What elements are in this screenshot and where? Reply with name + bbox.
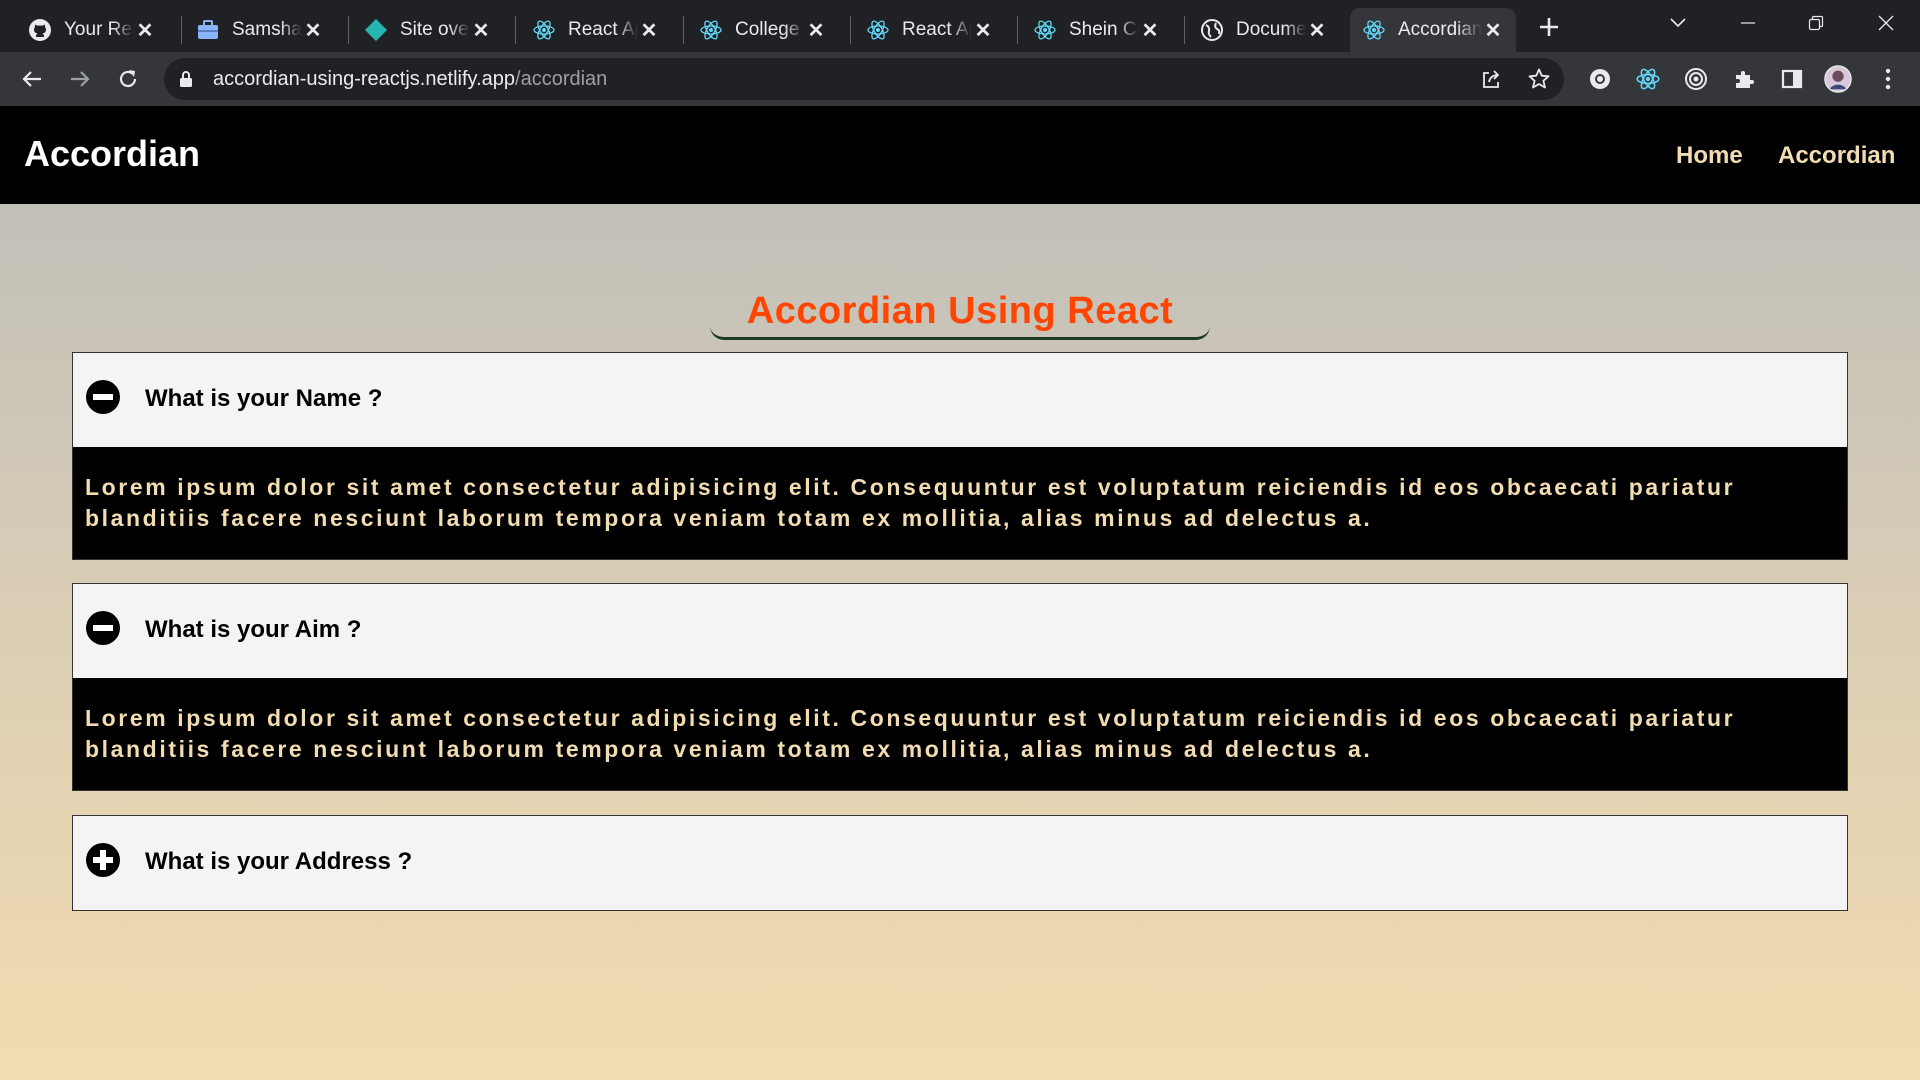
tab-title: Samshad Ali (232, 19, 302, 40)
browser-tab-strip: Your Repositories ✕ Samshad Ali ✕ Site o… (0, 0, 1920, 52)
accordion-header[interactable]: What is your Address ? (73, 816, 1847, 910)
page-heading-container: Accordian Using React (710, 284, 1210, 340)
browser-tab-active[interactable]: Accordian ✕ (1350, 8, 1516, 52)
browser-tab[interactable]: Site overview ✕ (352, 8, 504, 52)
nav-link-home[interactable]: Home (1676, 142, 1743, 170)
react-icon (532, 18, 556, 42)
close-tab-icon[interactable]: ✕ (1139, 19, 1161, 42)
close-tab-icon[interactable]: ✕ (134, 19, 156, 42)
new-tab-button[interactable] (1534, 12, 1564, 42)
tab-separator (515, 16, 516, 44)
minimize-button[interactable] (1718, 6, 1778, 40)
accordion-question: What is your Aim ? (145, 616, 362, 643)
profile-avatar[interactable] (1824, 65, 1852, 93)
tab-title: React App (568, 19, 638, 40)
close-tab-icon[interactable]: ✕ (805, 19, 827, 42)
tab-title: Your Repositories (64, 19, 134, 40)
tab-separator (348, 16, 349, 44)
briefcase-icon (196, 18, 220, 42)
side-panel-icon[interactable] (1778, 65, 1806, 93)
accordion-item: What is your Address ? (72, 815, 1848, 911)
accordion-item: What is your Aim ? Lorem ipsum dolor sit… (72, 583, 1848, 791)
accordion-header[interactable]: What is your Aim ? (73, 584, 1847, 678)
tab-search-button[interactable] (1648, 6, 1708, 40)
accordion-header[interactable]: What is your Name ? (73, 353, 1847, 447)
react-icon (1362, 18, 1386, 42)
react-icon (699, 18, 723, 42)
tab-title: Document (1236, 19, 1306, 40)
close-tab-icon[interactable]: ✕ (470, 19, 492, 42)
page-title: Accordian Using React (746, 290, 1174, 332)
accordion-answer: Lorem ipsum dolor sit amet consectetur a… (85, 474, 1736, 531)
url-text: accordian-using-reactjs.netlify.app/acco… (213, 68, 607, 91)
accordion-answer-panel: Lorem ipsum dolor sit amet consectetur a… (73, 678, 1847, 790)
url-path: /accordian (515, 68, 608, 90)
share-icon[interactable] (1477, 65, 1505, 93)
site-brand[interactable]: Accordian (24, 133, 200, 175)
close-tab-icon[interactable]: ✕ (972, 19, 994, 42)
netlify-icon (364, 18, 388, 42)
browser-tab[interactable]: College Project ✕ (687, 8, 839, 52)
plus-icon (1540, 18, 1558, 36)
tab-title: Accordian (1398, 19, 1482, 40)
minimize-icon (1741, 22, 1755, 24)
bookmark-star-icon[interactable] (1525, 65, 1553, 93)
react-icon (1033, 18, 1057, 42)
close-tab-icon[interactable]: ✕ (638, 19, 660, 42)
close-tab-icon[interactable]: ✕ (302, 19, 324, 42)
tab-separator (1184, 16, 1185, 44)
react-devtools-icon[interactable] (1634, 65, 1662, 93)
minus-circle-icon[interactable] (85, 379, 121, 415)
minus-circle-icon[interactable] (85, 610, 121, 646)
react-icon (866, 18, 890, 42)
tab-separator (683, 16, 684, 44)
tab-title: Site overview (400, 19, 470, 40)
site-navbar: Accordian Home Accordian (0, 106, 1920, 204)
extension-icon[interactable] (1586, 65, 1614, 93)
lock-icon (178, 70, 194, 93)
url-host: accordian-using-reactjs.netlify.app (213, 68, 516, 90)
reload-button[interactable] (110, 61, 146, 97)
reload-icon (119, 70, 137, 88)
target-extension-icon[interactable] (1682, 65, 1710, 93)
accordion-answer-panel: Lorem ipsum dolor sit amet consectetur a… (73, 447, 1847, 559)
accordion-item: What is your Name ? Lorem ipsum dolor si… (72, 352, 1848, 560)
puzzle-icon[interactable] (1730, 65, 1758, 93)
tab-separator (850, 16, 851, 44)
globe-icon (1200, 18, 1224, 42)
restore-icon (1808, 15, 1824, 31)
github-icon (28, 18, 52, 42)
close-icon (1878, 15, 1894, 31)
page-viewport: Accordian Home Accordian Accordian Using… (0, 106, 1920, 1080)
browser-tab[interactable]: Your Repositories ✕ (16, 8, 168, 52)
restore-button[interactable] (1786, 6, 1846, 40)
accordion-question: What is your Name ? (145, 385, 383, 412)
tab-separator (1017, 16, 1018, 44)
accordion-question: What is your Address ? (145, 848, 413, 875)
tab-title: Shein Clone (1069, 19, 1139, 40)
address-bar[interactable]: accordian-using-reactjs.netlify.app/acco… (164, 58, 1564, 100)
nav-link-accordian[interactable]: Accordian (1778, 142, 1895, 170)
forward-button[interactable] (62, 61, 98, 97)
accordion-answer: Lorem ipsum dolor sit amet consectetur a… (85, 705, 1736, 762)
close-tab-icon[interactable]: ✕ (1306, 19, 1328, 42)
close-window-button[interactable] (1856, 6, 1916, 40)
browser-tab[interactable]: React App ✕ (520, 8, 672, 52)
browser-toolbar: accordian-using-reactjs.netlify.app/acco… (0, 52, 1920, 106)
chevron-down-icon (1670, 18, 1686, 28)
tab-title: React App (902, 19, 972, 40)
browser-tab[interactable]: React App ✕ (854, 8, 1006, 52)
kebab-menu-icon[interactable] (1874, 65, 1902, 93)
browser-tab[interactable]: Document ✕ (1188, 8, 1340, 52)
arrow-right-icon (71, 71, 90, 87)
tab-title: College Project (735, 19, 805, 40)
back-button[interactable] (14, 61, 50, 97)
arrow-left-icon (22, 71, 41, 87)
tab-separator (181, 16, 182, 44)
close-tab-icon[interactable]: ✕ (1482, 19, 1504, 42)
browser-tab[interactable]: Shein Clone ✕ (1021, 8, 1173, 52)
browser-tab[interactable]: Samshad Ali ✕ (184, 8, 336, 52)
plus-circle-icon[interactable] (85, 842, 121, 878)
